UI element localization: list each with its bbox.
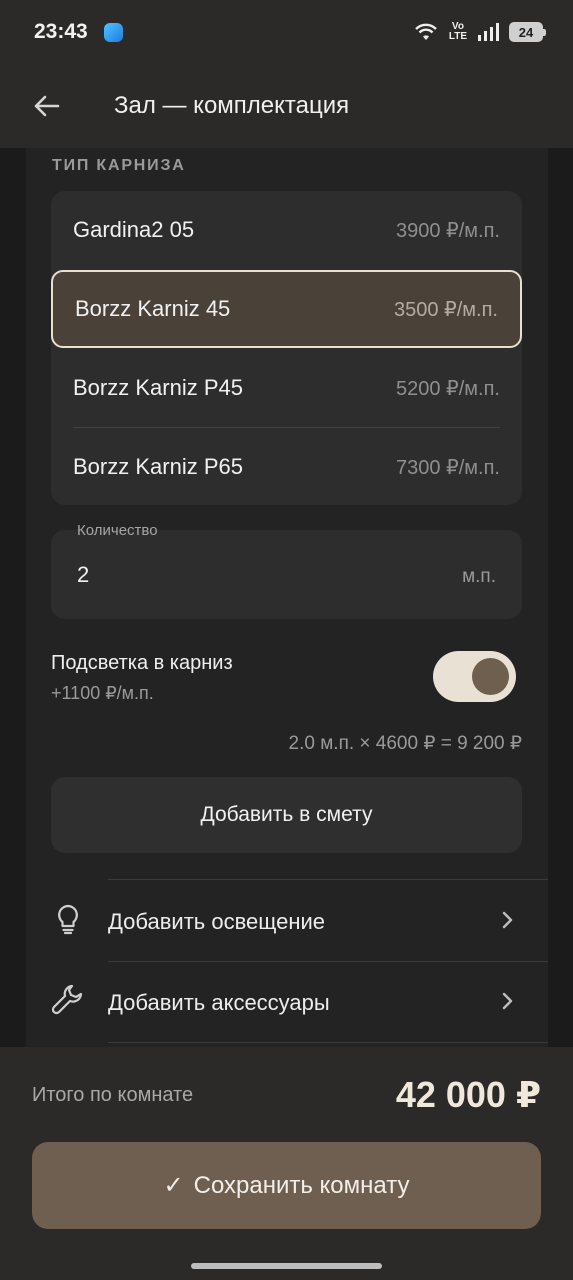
option-price: 3500 ₽/м.п. xyxy=(393,298,498,321)
option-price: 5200 ₽/м.п. xyxy=(395,377,500,400)
row-divider xyxy=(108,879,548,880)
check-icon: ✓ xyxy=(163,1172,184,1199)
volte-icon: Vo LTE xyxy=(448,21,467,42)
app-notification-icon xyxy=(104,23,123,42)
lighting-toggle[interactable] xyxy=(433,651,516,702)
add-lighting-row[interactable]: Добавить освещение xyxy=(26,881,548,961)
lighting-calculation: 2.0 м.п. × 4600 ₽ = 9 200 ₽ xyxy=(288,733,522,754)
lighting-title: Подсветка в карниз xyxy=(51,652,233,674)
save-room-label: Сохранить комнату xyxy=(193,1171,410,1199)
lightbulb-icon xyxy=(58,904,78,935)
bottom-summary: Итого по комнате 42 000 ₽ ✓ Сохранить ко… xyxy=(0,1047,573,1280)
status-time: 23:43 xyxy=(34,20,88,43)
quantity-value[interactable]: 2 xyxy=(77,562,89,588)
battery-icon: 24 xyxy=(509,22,546,42)
lighting-price: +1100 ₽/м.п. xyxy=(51,683,154,703)
page-title: Зал — комплектация xyxy=(114,92,350,119)
arrow-left-icon xyxy=(34,95,60,117)
option-name: Borzz Karniz P45 xyxy=(73,375,243,400)
total-value: 42 000 ₽ xyxy=(395,1074,541,1115)
wrench-icon xyxy=(51,984,83,1015)
home-indicator[interactable] xyxy=(191,1263,382,1269)
quantity-label: Количество xyxy=(77,522,158,539)
chevron-right-icon xyxy=(502,911,513,929)
option-price: 3900 ₽/м.п. xyxy=(395,219,500,242)
quantity-field[interactable]: Количество 2 м.п. xyxy=(51,522,522,619)
section-label-cornice-type: ТИП КАРНИЗА xyxy=(52,157,186,174)
chevron-right-icon xyxy=(502,992,513,1010)
add-accessories-row[interactable]: Добавить аксессуары xyxy=(26,962,548,1042)
option-name: Borzz Karniz P65 xyxy=(73,454,243,479)
status-bar: 23:43 Vo LTE 24 xyxy=(0,0,573,64)
row-divider xyxy=(108,1042,548,1043)
cornice-option[interactable]: Gardina2 05 3900 ₽/м.п. xyxy=(51,191,522,269)
system-icons: Vo LTE 24 xyxy=(413,19,546,45)
signal-icon xyxy=(478,23,499,41)
app-bar: Зал — комплектация xyxy=(0,64,573,148)
option-name: Borzz Karniz 45 xyxy=(75,296,231,321)
cornice-option-selected[interactable]: Borzz Karniz 45 3500 ₽/м.п. xyxy=(51,270,522,348)
add-accessories-label: Добавить аксессуары xyxy=(108,990,330,1015)
cornice-option[interactable]: Borzz Karniz P65 7300 ₽/м.п. xyxy=(51,428,522,506)
wifi-icon xyxy=(414,23,437,40)
add-lighting-label: Добавить освещение xyxy=(108,909,326,934)
back-button[interactable] xyxy=(24,84,68,128)
toggle-knob xyxy=(472,658,509,695)
total-label: Итого по комнате xyxy=(32,1084,194,1106)
cornice-option[interactable]: Borzz Karniz P45 5200 ₽/м.п. xyxy=(51,349,522,427)
option-name: Gardina2 05 xyxy=(73,217,195,242)
save-room-button[interactable]: ✓ Сохранить комнату xyxy=(32,1142,541,1229)
option-price: 7300 ₽/м.п. xyxy=(395,456,500,479)
quantity-unit: м.п. xyxy=(462,566,496,587)
add-to-estimate-button[interactable]: Добавить в смету xyxy=(51,777,522,853)
